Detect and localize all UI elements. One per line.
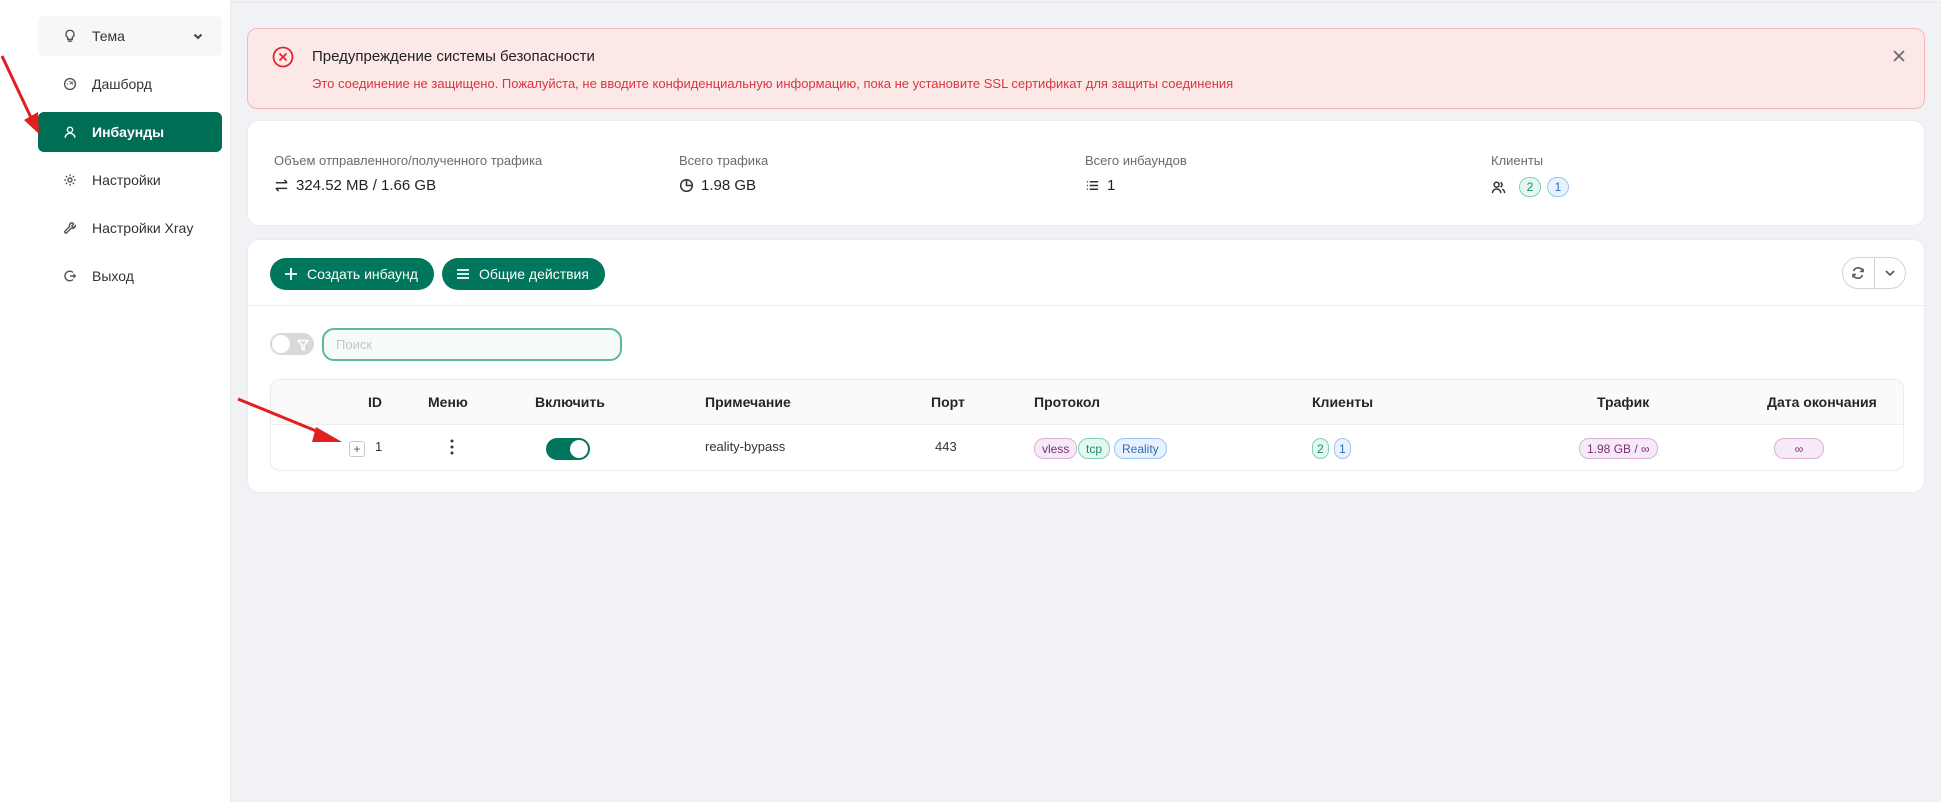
chevron-down-icon [192, 29, 204, 41]
sidebar-item-dashboard[interactable]: Дашборд [38, 64, 222, 104]
user-icon [62, 124, 78, 140]
column-header-expiry: Дата окончания [1767, 394, 1877, 410]
logout-icon [62, 268, 78, 284]
stat-value: 1.98 GB [701, 177, 757, 194]
alert-title: Предупреждение системы безопасности [312, 48, 595, 65]
column-header-enable: Включить [535, 394, 605, 410]
gear-icon [62, 172, 78, 188]
sidebar-item-label: Тема [92, 28, 125, 44]
clients-count-badge[interactable]: 2 [1312, 438, 1329, 459]
cell-remark: reality-bypass [705, 439, 786, 454]
switch-knob [570, 440, 588, 458]
stat-traffic: Объем отправленного/полученного трафика … [274, 153, 542, 194]
sidebar-item-label: Настройки Xray [92, 220, 194, 236]
sidebar-item-theme[interactable]: Тема [38, 16, 222, 56]
stat-value: 1 [1107, 177, 1116, 194]
sidebar-item-settings[interactable]: Настройки [38, 160, 222, 200]
clients-count-badge: 2 [1519, 177, 1541, 197]
stat-value: 324.52 MB / 1.66 GB [296, 177, 437, 194]
security-tag: Reality [1114, 438, 1167, 459]
wrench-icon [62, 220, 78, 236]
stat-label: Объем отправленного/полученного трафика [274, 153, 543, 168]
network-tag: tcp [1078, 438, 1111, 459]
main-content: Предупреждение системы безопасности Это … [231, 0, 1941, 802]
expand-row-button[interactable]: + [349, 441, 365, 457]
column-header-clients: Клиенты [1312, 394, 1374, 410]
column-header-traffic: Трафик [1597, 394, 1650, 410]
chevron-down-icon [1885, 270, 1895, 277]
error-circle-icon [272, 46, 294, 68]
table-header: ID Меню Включить Примечание Порт Протоко… [271, 380, 1903, 425]
clients-count-badge[interactable]: 1 [1334, 438, 1351, 459]
filter-icon [296, 338, 310, 352]
refresh-controls [1842, 257, 1906, 289]
refresh-options-dropdown[interactable] [1875, 258, 1906, 288]
list-icon [1085, 178, 1101, 194]
pie-chart-icon [679, 178, 695, 194]
toggle-knob [272, 335, 290, 353]
team-icon [1491, 179, 1507, 195]
sidebar-item-xray-settings[interactable]: Настройки Xray [38, 208, 222, 248]
general-actions-button[interactable]: Общие действия [442, 258, 605, 290]
sidebar-item-label: Инбаунды [92, 124, 165, 140]
dashboard-icon [62, 76, 78, 92]
inbounds-table: ID Меню Включить Примечание Порт Протоко… [270, 379, 1904, 471]
filter-toggle[interactable] [270, 333, 314, 355]
button-label: Создать инбаунд [307, 266, 418, 282]
table-row: + 1 reality-bypass 443 vless tcp Reality… [271, 426, 1903, 470]
annotation-arrow [0, 55, 39, 134]
sync-icon [1852, 267, 1865, 279]
swap-icon [274, 178, 290, 194]
stat-total-traffic: Всего трафика 1.98 GB [679, 153, 768, 194]
enable-switch[interactable] [546, 438, 590, 460]
alert-message: Это соединение не защищено. Пожалуйста, … [312, 76, 1234, 91]
button-label: Общие действия [479, 266, 589, 282]
sidebar-item-inbounds[interactable]: Инбаунды [38, 112, 222, 152]
inbounds-panel: Создать инбаунд Общие действия Поиск ID … [247, 239, 1925, 493]
stat-label: Клиенты [1491, 153, 1544, 168]
stat-label: Всего трафика [679, 153, 769, 168]
cell-id: 1 [375, 439, 383, 454]
search-input[interactable] [322, 328, 622, 361]
cell-port: 443 [935, 439, 957, 454]
refresh-button[interactable] [1843, 258, 1875, 288]
security-alert: Предупреждение системы безопасности Это … [247, 28, 1925, 109]
sidebar-item-logout[interactable]: Выход [38, 256, 222, 296]
plus-icon [284, 267, 298, 281]
clients-count-badge: 1 [1547, 177, 1569, 197]
column-header-menu: Меню [428, 394, 468, 410]
stats-card: Объем отправленного/полученного трафика … [247, 120, 1925, 226]
top-divider [231, 0, 1941, 3]
column-header-remark: Примечание [705, 394, 791, 410]
column-header-protocol: Протокол [1034, 394, 1100, 410]
close-icon[interactable] [1892, 49, 1906, 63]
bulb-icon [62, 28, 78, 44]
annotation-arrow [237, 397, 342, 442]
panel-toolbar: Создать инбаунд Общие действия [248, 240, 1924, 306]
protocol-tag: vless [1034, 438, 1078, 459]
more-vertical-icon[interactable] [447, 436, 457, 458]
create-inbound-button[interactable]: Создать инбаунд [270, 258, 434, 290]
stat-inbounds: Всего инбаундов 1 [1085, 153, 1187, 194]
sidebar-item-label: Выход [92, 268, 134, 284]
sidebar-item-label: Настройки [92, 172, 161, 188]
column-header-id[interactable]: ID [368, 394, 382, 410]
traffic-tag: 1.98 GB / ∞ [1579, 438, 1658, 459]
sidebar-item-label: Дашборд [92, 76, 152, 92]
column-header-port: Порт [931, 394, 965, 410]
expiry-tag: ∞ [1774, 438, 1824, 459]
stat-clients: Клиенты 2 1 [1491, 153, 1569, 197]
stat-label: Всего инбаундов [1085, 153, 1187, 168]
menu-icon [456, 267, 470, 281]
